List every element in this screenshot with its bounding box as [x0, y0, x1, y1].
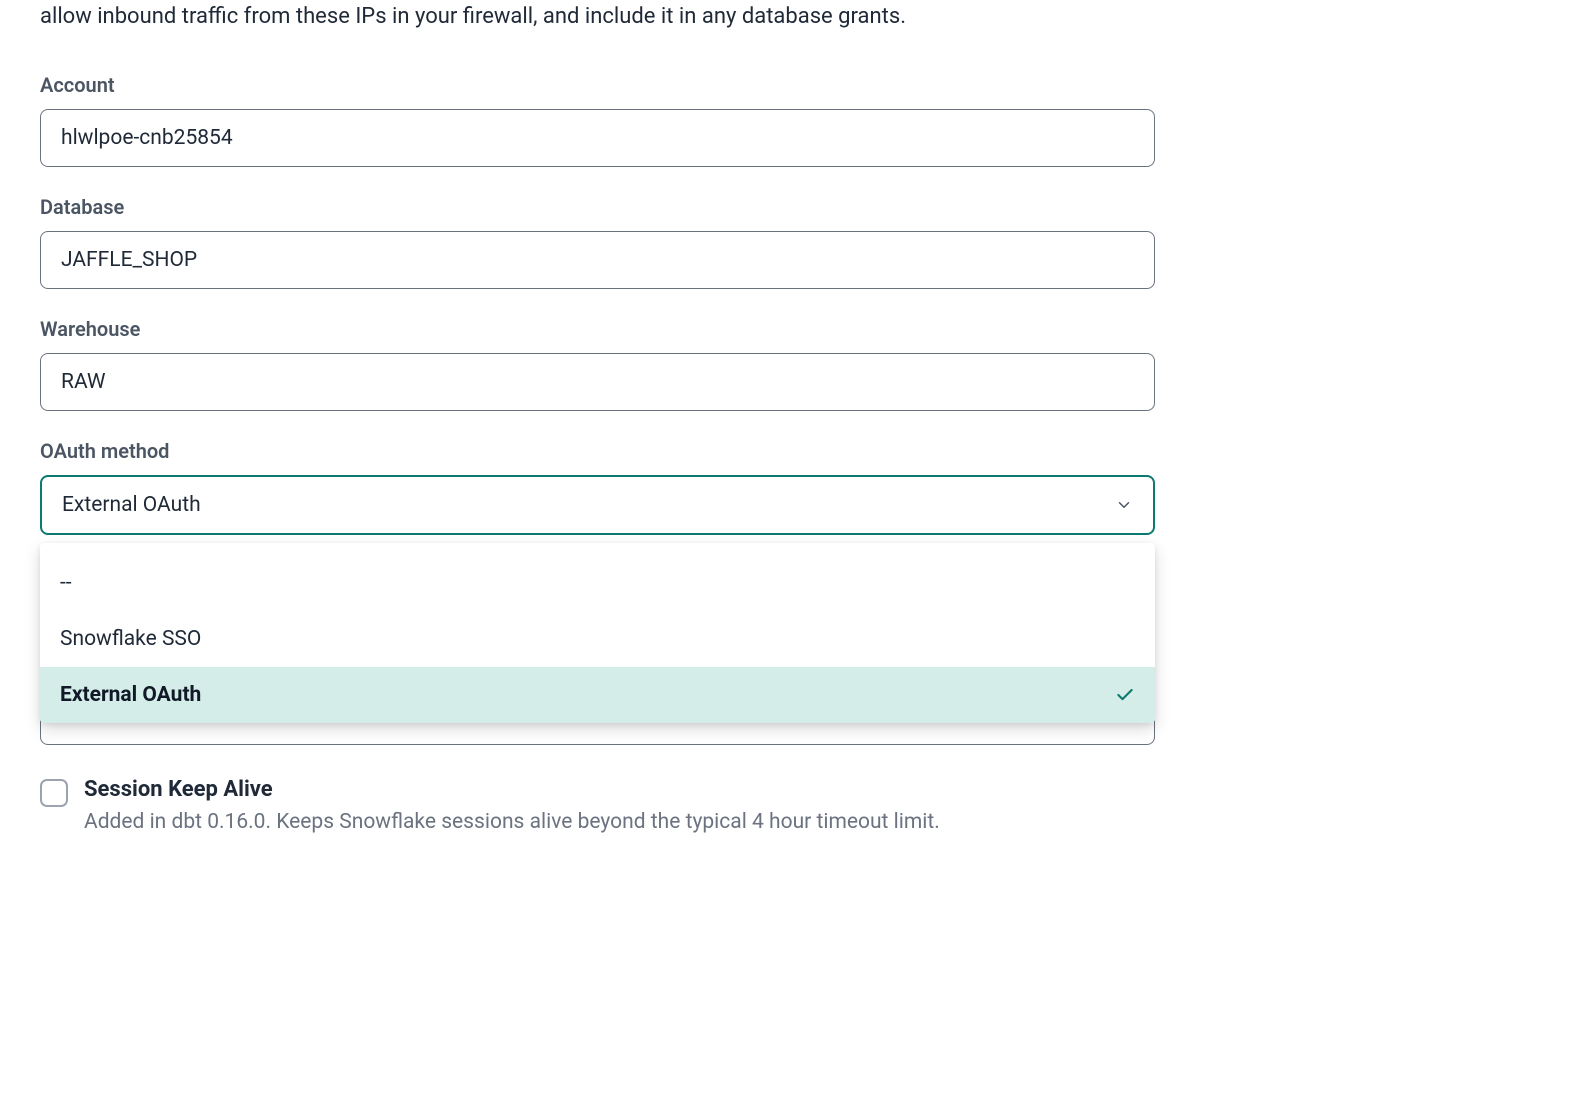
warehouse-input[interactable]: [40, 353, 1155, 411]
dropdown-option-label: External OAuth: [60, 683, 201, 707]
oauth-method-selected-value: External OAuth: [62, 493, 201, 517]
oauth-method-label: OAuth method: [40, 439, 1260, 463]
check-icon: [1115, 685, 1135, 705]
oauth-method-select[interactable]: External OAuth: [40, 475, 1155, 535]
dropdown-option-label: Snowflake SSO: [60, 627, 201, 651]
session-keep-alive-label: Session Keep Alive: [84, 777, 1260, 802]
dropdown-option-snowflake-sso[interactable]: Snowflake SSO: [40, 611, 1155, 667]
database-label: Database: [40, 195, 1260, 219]
database-field-group: Database: [40, 195, 1260, 289]
account-input[interactable]: [40, 109, 1155, 167]
database-input[interactable]: [40, 231, 1155, 289]
session-keep-alive-checkbox[interactable]: [40, 779, 68, 807]
dropdown-option-label: --: [60, 571, 72, 595]
oauth-method-dropdown: -- Snowflake SSO External OAuth: [40, 543, 1155, 723]
warehouse-label: Warehouse: [40, 317, 1260, 341]
oauth-method-field-group: OAuth method External OAuth -- Snowflake…: [40, 439, 1260, 745]
account-label: Account: [40, 73, 1260, 97]
intro-text: allow inbound traffic from these IPs in …: [40, 0, 1260, 33]
account-field-group: Account: [40, 73, 1260, 167]
warehouse-field-group: Warehouse: [40, 317, 1260, 411]
dropdown-option-none[interactable]: --: [40, 555, 1155, 611]
session-keep-alive-group: Session Keep Alive Added in dbt 0.16.0. …: [40, 777, 1260, 837]
dropdown-option-external-oauth[interactable]: External OAuth: [40, 667, 1155, 723]
session-keep-alive-description: Added in dbt 0.16.0. Keeps Snowflake ses…: [84, 808, 1260, 837]
chevron-down-icon: [1115, 496, 1133, 514]
